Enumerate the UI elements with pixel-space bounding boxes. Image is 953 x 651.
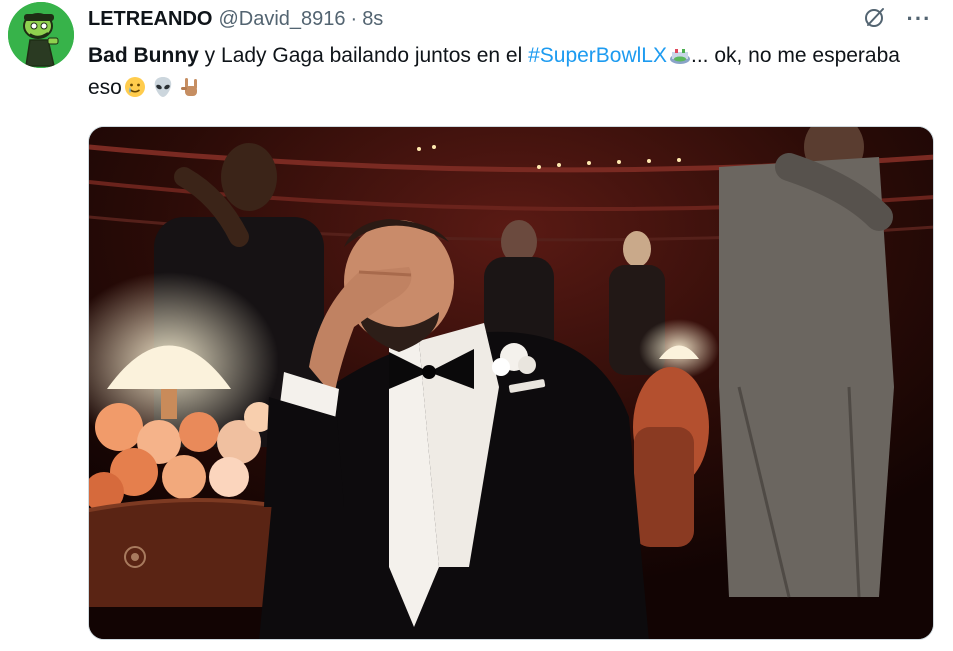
alien-emoji	[152, 76, 174, 98]
crying-smile-emoji	[124, 76, 146, 98]
grok-icon	[863, 5, 887, 34]
more-icon: ···	[906, 6, 932, 31]
avatar[interactable]	[8, 2, 74, 68]
timestamp[interactable]: 8s	[362, 8, 383, 31]
hashtag-link[interactable]: #SuperBowlLX	[528, 44, 667, 67]
separator-dot: ·	[350, 7, 358, 30]
tweet-header: LETREANDO @David_8916 · 8s	[88, 6, 383, 32]
photo-man-covering-eyes	[89, 127, 933, 639]
more-options-button[interactable]: ···	[904, 4, 934, 34]
stadium-emoji	[669, 44, 691, 66]
text-part-1: y Lady Gaga bailando juntos en el	[198, 44, 529, 67]
grok-button[interactable]	[860, 4, 890, 34]
bold-name: Bad Bunny	[88, 44, 199, 67]
user-handle[interactable]: @David_8916	[218, 8, 345, 31]
rock-hand-emoji	[180, 76, 202, 98]
tweet-media-image[interactable]	[88, 126, 934, 640]
display-name[interactable]: LETREANDO	[88, 8, 212, 31]
tweet-text: Bad Bunny y Lady Gaga bailando juntos en…	[88, 40, 928, 104]
